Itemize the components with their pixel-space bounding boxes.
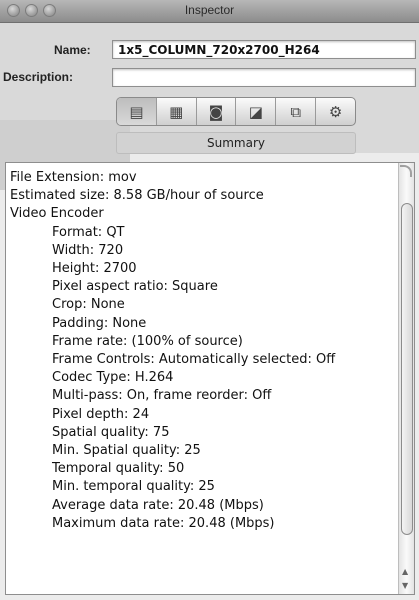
summary-line: Format: QT <box>52 224 125 240</box>
summary-line: Average data rate: 20.48 (Mbps) <box>52 497 264 513</box>
summary-line: Min. temporal quality: 25 <box>52 479 215 495</box>
description-label: Description: <box>3 70 74 84</box>
scrollbar-cap-icon <box>400 165 412 177</box>
actions-icon[interactable]: ⚙ <box>316 98 355 125</box>
scrollbar-thumb[interactable] <box>401 203 413 535</box>
summary-line: Temporal quality: 50 <box>52 461 185 477</box>
inspector-toolbar: ▤ ▦ ◙ ◪ ⧉ ⚙ <box>116 97 356 126</box>
summary-line: Video Encoder <box>10 206 104 222</box>
summary-line: Spatial quality: 75 <box>52 424 170 440</box>
description-field[interactable] <box>112 68 416 87</box>
vertical-scrollbar[interactable]: ▲ ▼ <box>398 163 414 594</box>
geometry-icon[interactable]: ⧉ <box>276 98 317 125</box>
scroll-up-icon[interactable]: ▲ <box>402 567 408 576</box>
summary-line: Maximum data rate: 20.48 (Mbps) <box>52 515 275 531</box>
scroll-down-icon[interactable]: ▼ <box>402 581 408 590</box>
summary-line: Padding: None <box>52 315 147 331</box>
name-label: Name: <box>54 43 91 57</box>
encoder-icon[interactable]: ▦ <box>157 98 197 125</box>
summary-tab[interactable]: Summary <box>116 132 356 154</box>
name-field[interactable]: 1x5_COLUMN_720x2700_H264 <box>112 40 416 59</box>
summary-line: Width: 720 <box>52 242 124 258</box>
summary-line: Pixel aspect ratio: Square <box>52 279 218 295</box>
summary-line: Frame rate: (100% of source) <box>52 333 243 349</box>
summary-text: File Extension: mov Estimated size: 8.58 … <box>10 169 398 533</box>
frame-controls-icon[interactable]: ◙ <box>197 98 237 125</box>
window-title: Inspector <box>184 3 235 17</box>
summary-line: Pixel depth: 24 <box>52 406 150 422</box>
summary-line: File Extension: mov <box>10 170 137 185</box>
title-bar[interactable]: Inspector <box>0 0 419 23</box>
summary-line: Codec Type: H.264 <box>52 370 174 386</box>
summary-line: Height: 2700 <box>52 261 137 277</box>
summary-line: Min. Spatial quality: 25 <box>52 443 201 459</box>
summary-line: Multi-pass: On, frame reorder: Off <box>52 388 272 404</box>
inspector-window: Inspector Name: 1x5_COLUMN_720x2700_H264… <box>0 0 419 600</box>
filters-icon[interactable]: ◪ <box>236 98 277 125</box>
summary-line: Frame Controls: Automatically selected: … <box>52 352 336 368</box>
summary-icon[interactable]: ▤ <box>117 98 157 125</box>
summary-panel: File Extension: mov Estimated size: 8.58 … <box>5 162 415 595</box>
summary-line: Estimated size: 8.58 GB/hour of source <box>10 188 264 204</box>
summary-line: Crop: None <box>52 297 125 313</box>
